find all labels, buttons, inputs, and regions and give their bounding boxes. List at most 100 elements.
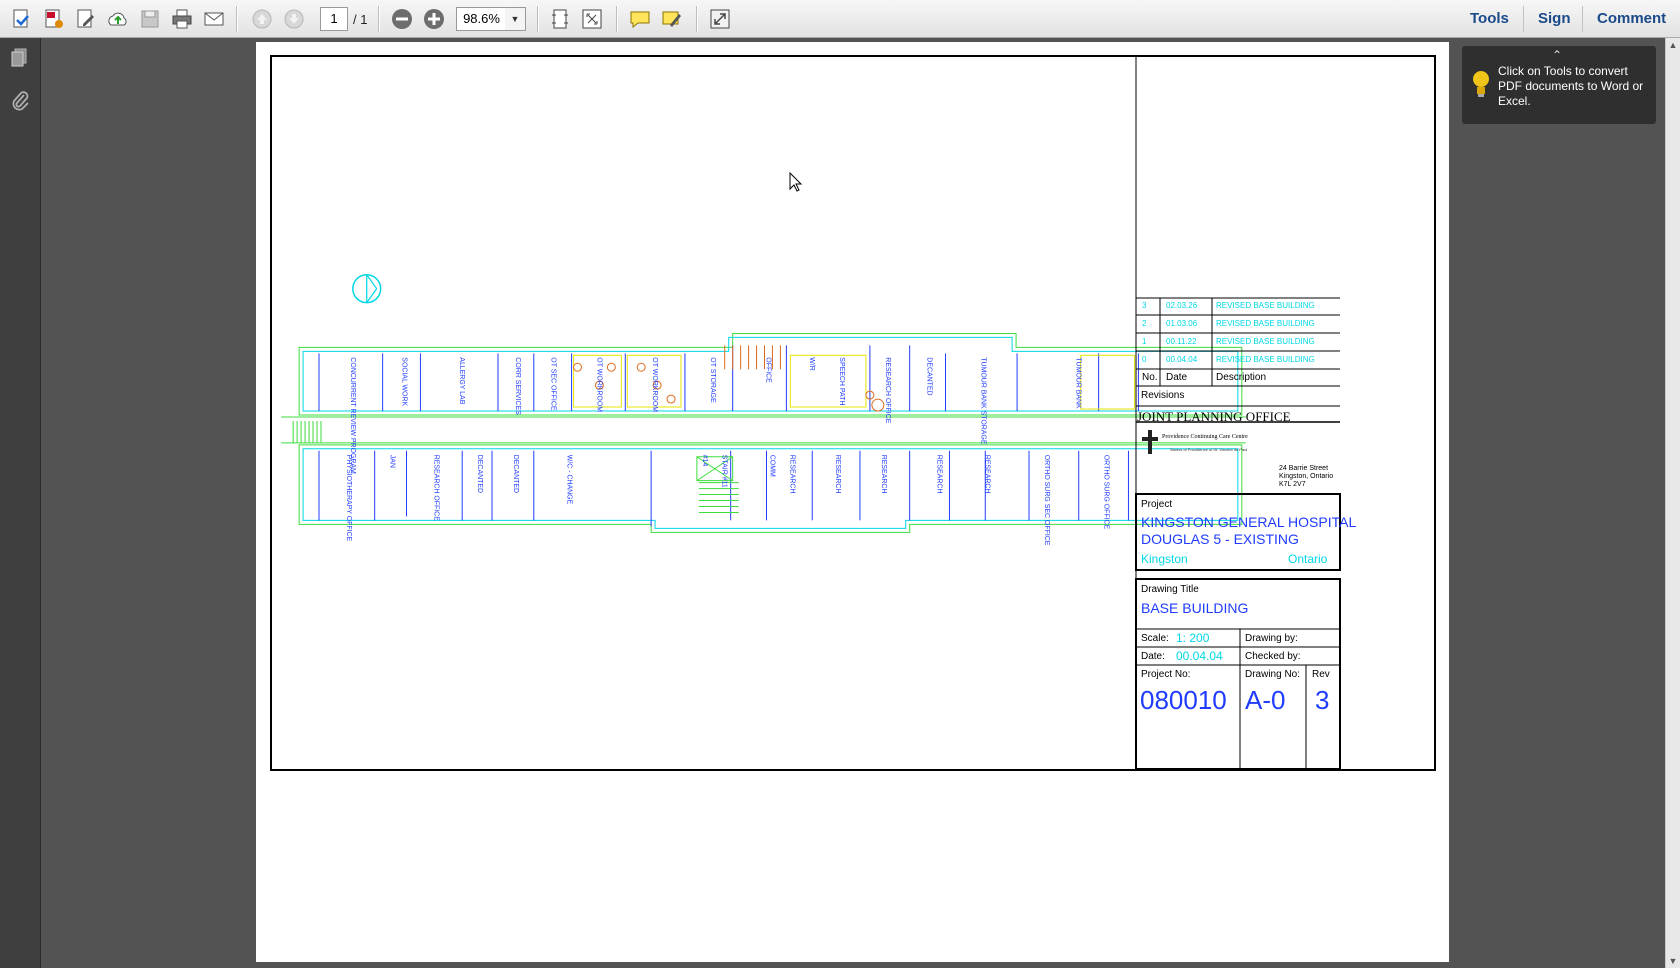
highlight-button[interactable] xyxy=(658,5,686,33)
revision-no: 3 xyxy=(1142,301,1147,310)
address-line-1: 24 Barrie Street xyxy=(1279,465,1329,472)
project-city: Kingston xyxy=(1141,552,1188,566)
collapse-chevron-icon[interactable]: ⌃ xyxy=(1552,48,1562,62)
tools-pane-link[interactable]: Tools xyxy=(1470,10,1509,27)
save-button[interactable] xyxy=(136,5,164,33)
room-label: RESEARCH xyxy=(788,455,795,494)
north-arrow-icon xyxy=(352,274,382,304)
providence-logo xyxy=(1142,430,1158,454)
room-label: RESEARCH xyxy=(936,455,943,494)
room-label: RESEARCH OFFICE xyxy=(432,455,439,521)
room-label: RESEARCH xyxy=(880,455,887,494)
scale-value: 1: 200 xyxy=(1176,631,1210,645)
drawing-title-label: Drawing Title xyxy=(1141,584,1199,595)
room-label: ORTHO SURG OFFICE xyxy=(1103,455,1110,530)
room-label: PHYSIOTHERAPY OFFICE xyxy=(345,455,352,542)
logo-subtitle: Sisters of Providence of St. Vincent de … xyxy=(1170,447,1248,452)
page-thumbnails-button[interactable] xyxy=(8,46,32,70)
vertical-scrollbar[interactable]: ▲ ▼ xyxy=(1665,38,1680,968)
room-label: RESEARCH xyxy=(983,455,990,494)
room-label: ALLERGY LAB xyxy=(458,357,465,404)
room-labels: CONCURRENT REVIEW PROGRAM SOCIAL WORK ALLE… xyxy=(345,357,1110,545)
page-number-input[interactable]: 1 xyxy=(320,7,348,31)
zoom-in-icon xyxy=(424,9,444,29)
project-name-line-1: KINGSTON GENERAL HOSPITAL xyxy=(1141,514,1357,530)
room-label: COMM xyxy=(768,455,775,477)
fullscreen-icon xyxy=(710,9,730,29)
room-label: CORR SERVICES xyxy=(514,357,521,415)
navigation-panel xyxy=(0,38,41,968)
zoom-out-button[interactable] xyxy=(388,5,416,33)
scroll-down-icon[interactable]: ▼ xyxy=(1666,954,1680,968)
fullscreen-button[interactable] xyxy=(706,5,734,33)
room-label: OT WORKROOM xyxy=(651,357,658,412)
lightbulb-icon xyxy=(1473,71,1489,97)
fit-width-icon xyxy=(582,9,602,29)
toolbar-separator xyxy=(696,6,698,32)
prev-page-button[interactable] xyxy=(248,5,276,33)
toolbar-separator xyxy=(236,6,238,32)
drawing-by-label: Drawing by: xyxy=(1245,633,1298,644)
drawing-no: A-0 xyxy=(1245,685,1286,715)
checked-by-label: Checked by: xyxy=(1245,651,1301,662)
convert-pdf-button[interactable] xyxy=(40,5,68,33)
address-line-3: K7L 2V7 xyxy=(1279,481,1306,488)
room-label: W/C - CHANGE xyxy=(566,455,573,505)
room-label: DECANTED xyxy=(512,455,519,493)
scroll-up-icon[interactable]: ▲ xyxy=(1666,38,1680,52)
fit-page-button[interactable] xyxy=(546,5,574,33)
room-label: #14 xyxy=(701,455,708,467)
toolbar-separator xyxy=(378,6,380,32)
revision-date: 02.03.26 xyxy=(1166,301,1198,310)
edit-pdf-button[interactable] xyxy=(72,5,100,33)
date-value: 00.04.04 xyxy=(1176,649,1223,663)
room-label: ORTHO SURG SEC OFFICE xyxy=(1043,455,1050,546)
project-no-label: Project No: xyxy=(1141,669,1191,680)
revision-header-no: No. xyxy=(1142,372,1158,383)
comment-pane-link[interactable]: Comment xyxy=(1597,10,1666,27)
revision-date: 00.04.04 xyxy=(1166,355,1198,364)
create-pdf-button[interactable] xyxy=(8,5,36,33)
project-name-line-2: DOUGLAS 5 - EXISTING xyxy=(1141,531,1299,547)
floor-plan xyxy=(281,332,1246,533)
sign-pane-link[interactable]: Sign xyxy=(1538,10,1571,27)
next-page-button[interactable] xyxy=(280,5,308,33)
edit-pdf-icon xyxy=(77,9,94,28)
zoom-in-button[interactable] xyxy=(420,5,448,33)
room-label: OT WORKROOM xyxy=(595,357,602,412)
room-label: SOCIAL WORK xyxy=(401,357,408,406)
toolbar-separator xyxy=(616,6,618,32)
toolbar-separator xyxy=(1523,6,1524,32)
revision-description: REVISED BASE BUILDING xyxy=(1216,301,1315,310)
page-total: / 1 xyxy=(353,12,368,27)
pdf-page: CONCURRENT REVIEW PROGRAM SOCIAL WORK ALLE… xyxy=(256,42,1449,962)
project-no: 080010 xyxy=(1140,685,1227,715)
revision-header-description: Description xyxy=(1216,372,1267,383)
zoom-dropdown-button[interactable]: ▼ xyxy=(505,7,526,31)
room-label: OT SEC OFFICE xyxy=(550,357,557,411)
prev-page-icon xyxy=(252,9,272,29)
revision-no: 1 xyxy=(1142,337,1147,346)
attachments-button[interactable] xyxy=(8,88,32,112)
zoom-level-input[interactable]: 98.6% xyxy=(456,7,507,31)
email-button[interactable] xyxy=(200,5,228,33)
attachment-icon xyxy=(12,91,29,111)
revision-header-date: Date xyxy=(1166,372,1188,383)
revision-date: 01.03.06 xyxy=(1166,319,1198,328)
room-label: DECANTED xyxy=(476,455,483,493)
email-icon xyxy=(204,12,224,26)
fit-page-icon xyxy=(552,9,568,29)
comment-button[interactable] xyxy=(626,5,654,33)
save-icon xyxy=(141,10,159,28)
room-label: OFFICE xyxy=(764,357,771,383)
chevron-down-icon: ▼ xyxy=(510,14,520,24)
revision-description: REVISED BASE BUILDING xyxy=(1216,337,1315,346)
print-button[interactable] xyxy=(168,5,196,33)
scale-label: Scale: xyxy=(1141,633,1169,644)
tip-text: Click on Tools to convert PDF documents … xyxy=(1498,64,1644,108)
upload-button[interactable] xyxy=(104,5,132,33)
project-province: Ontario xyxy=(1288,552,1328,566)
tools-tip-popup: ⌃ Click on Tools to convert PDF document… xyxy=(1462,46,1656,124)
fit-width-button[interactable] xyxy=(578,5,606,33)
office-name: JOINT PLANNING OFFICE xyxy=(1137,409,1291,424)
